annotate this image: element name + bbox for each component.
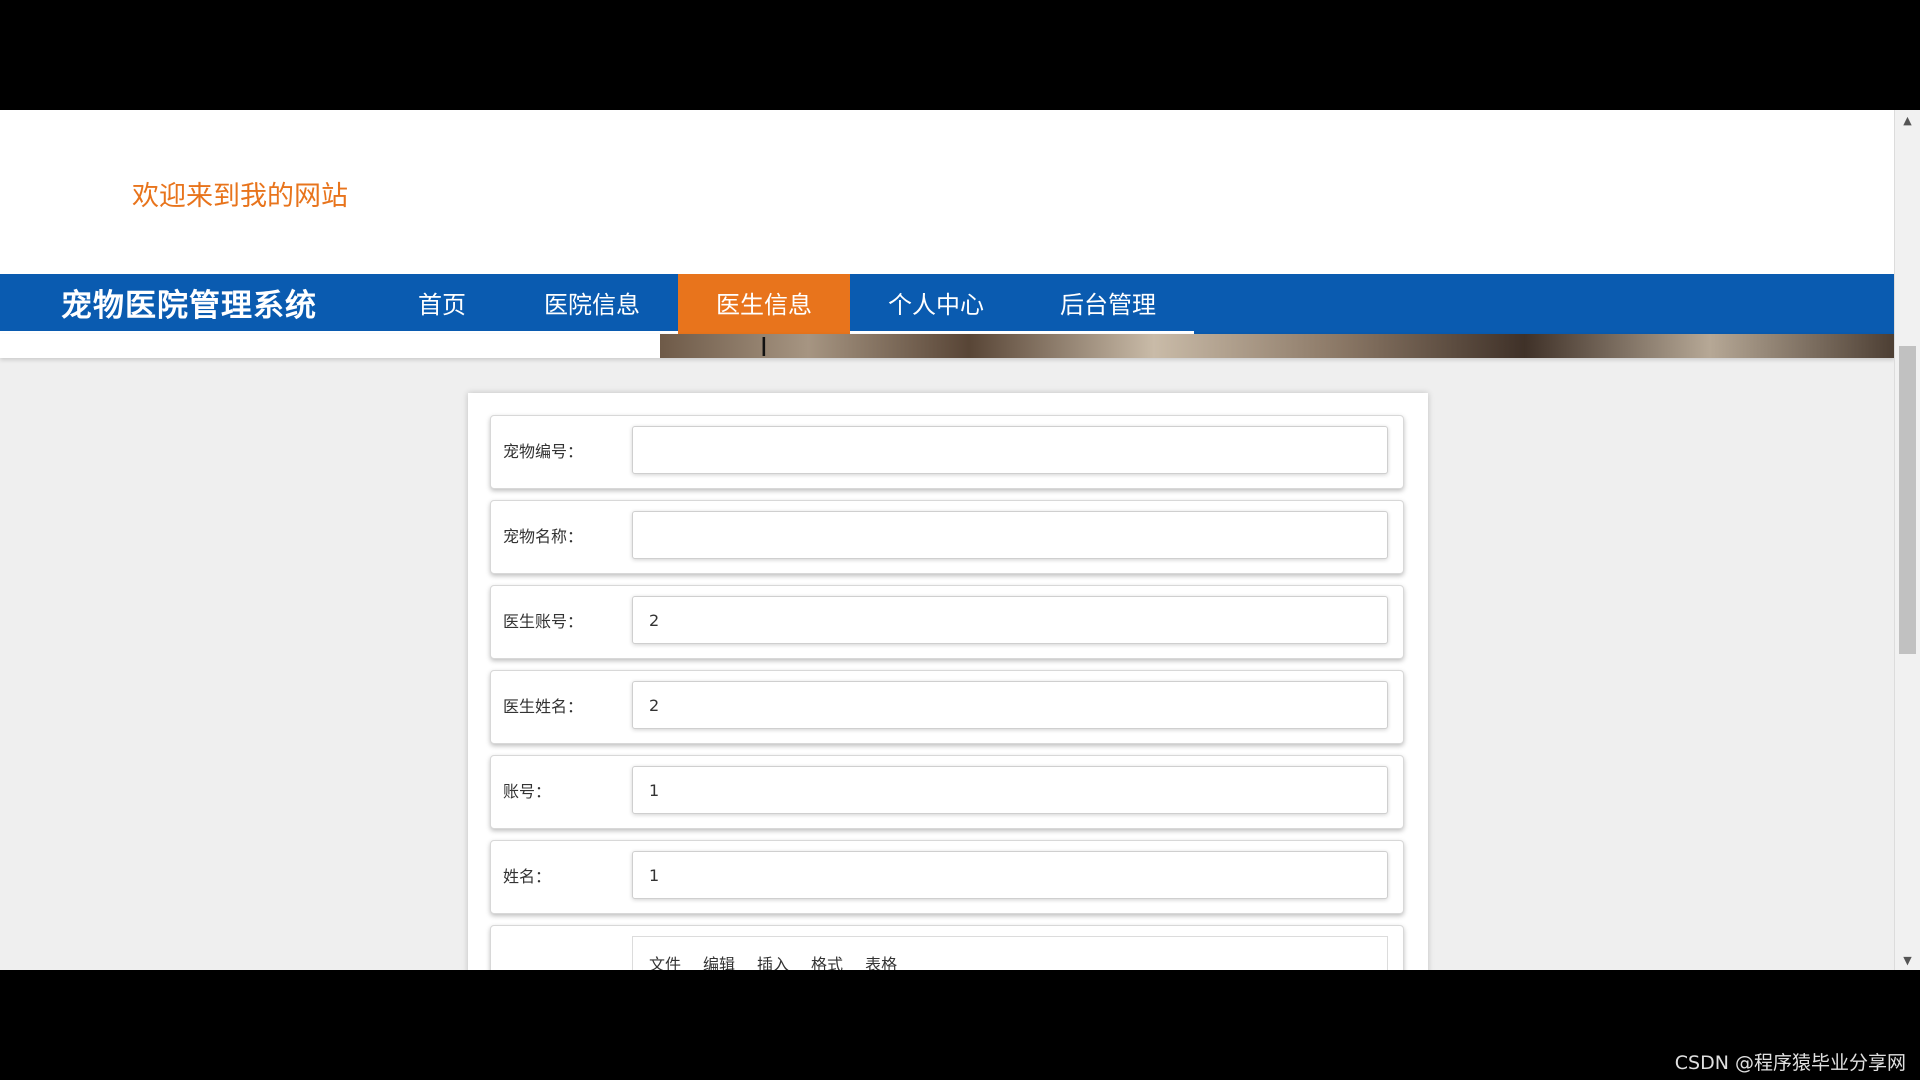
pet-name-label: 宠物名称：	[503, 527, 584, 546]
text-cursor-icon: I	[760, 333, 768, 363]
browser-viewport: 欢迎来到我的网站 宠物医院管理系统 首页 医院信息 医生信息 个人中心 后台管理…	[0, 110, 1920, 970]
editor-menu-edit[interactable]: 编辑	[703, 951, 735, 970]
nav-item-hospital-info[interactable]: 医院信息	[506, 274, 678, 334]
editor-menu-format[interactable]: 格式	[811, 951, 843, 970]
doctor-name-label: 医生姓名：	[503, 697, 584, 716]
account-input[interactable]	[632, 766, 1388, 814]
scroll-down-arrow-icon[interactable]: ▼	[1895, 950, 1920, 970]
page-scrollbar[interactable]: ▲ ▼	[1894, 110, 1920, 970]
bottom-letterbox	[0, 970, 1920, 1080]
main-navbar: 宠物医院管理系统 首页 医院信息 医生信息 个人中心 后台管理	[0, 274, 1895, 334]
name-input[interactable]	[632, 851, 1388, 899]
banner-image	[660, 334, 1895, 358]
doctor-account-label: 医生账号：	[503, 612, 584, 631]
form-row-doctor-name: 医生姓名：	[490, 670, 1404, 744]
site-brand[interactable]: 宠物医院管理系统	[0, 274, 378, 334]
rich-text-editor-menubar: 文件 编辑 插入 格式 表格	[632, 936, 1388, 970]
nav-item-admin[interactable]: 后台管理	[1022, 274, 1194, 334]
form-row-editor: 文件 编辑 插入 格式 表格	[490, 925, 1404, 970]
account-label: 账号：	[503, 782, 552, 801]
doctor-account-input[interactable]	[632, 596, 1388, 644]
pet-name-input[interactable]	[632, 511, 1388, 559]
pet-id-input[interactable]	[632, 426, 1388, 474]
pet-id-label: 宠物编号：	[503, 442, 584, 461]
banner-strip	[0, 334, 1895, 358]
nav-item-doctor-info[interactable]: 医生信息	[678, 274, 850, 334]
form-row-account: 账号：	[490, 755, 1404, 829]
scrollbar-thumb[interactable]	[1899, 346, 1916, 654]
form-row-name: 姓名：	[490, 840, 1404, 914]
nav-item-home[interactable]: 首页	[378, 274, 506, 334]
top-letterbox	[0, 0, 1920, 110]
form-row-pet-name: 宠物名称：	[490, 500, 1404, 574]
form-row-doctor-account: 医生账号：	[490, 585, 1404, 659]
form-row-pet-id: 宠物编号：	[490, 415, 1404, 489]
booking-form: 宠物编号： 宠物名称： 医生账号： 医生姓名： 账号： 姓名： 文件 编辑	[468, 393, 1428, 970]
doctor-name-input[interactable]	[632, 681, 1388, 729]
scroll-up-arrow-icon[interactable]: ▲	[1895, 110, 1920, 130]
editor-menu-insert[interactable]: 插入	[757, 951, 789, 970]
editor-menu-table[interactable]: 表格	[865, 951, 897, 970]
site-header: 欢迎来到我的网站	[0, 110, 1895, 274]
name-label: 姓名：	[503, 867, 552, 886]
nav-item-personal-center[interactable]: 个人中心	[850, 274, 1022, 334]
editor-menu-file[interactable]: 文件	[649, 951, 681, 970]
watermark-text: CSDN @程序猿毕业分享网	[1674, 1052, 1906, 1074]
welcome-text: 欢迎来到我的网站	[132, 181, 348, 212]
